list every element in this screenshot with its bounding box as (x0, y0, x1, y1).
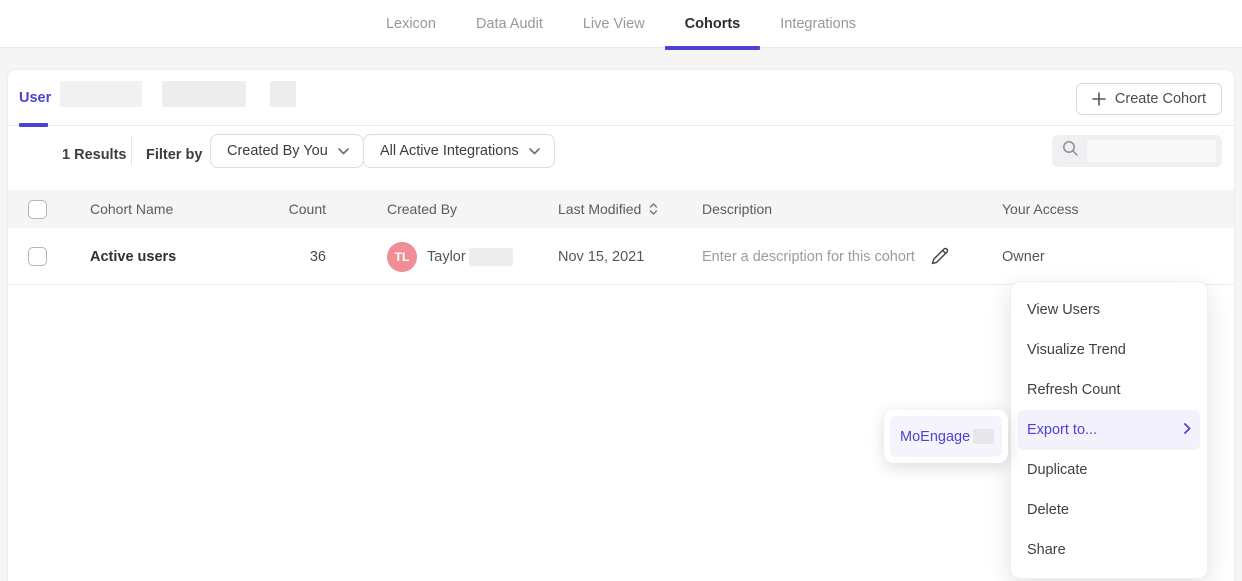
creator-name: Taylor (427, 249, 466, 265)
results-count: 1 Results (62, 147, 126, 163)
redacted-surname (469, 248, 513, 266)
divider (131, 137, 132, 165)
edit-description-pencil-icon[interactable] (930, 247, 949, 271)
tab-cohorts[interactable]: Cohorts (665, 0, 761, 48)
export-to-label: Export to... (1027, 410, 1097, 450)
tab-data-audit[interactable]: Data Audit (456, 0, 563, 48)
search-icon (1062, 140, 1079, 162)
filter-by-label: Filter by (146, 147, 202, 163)
tab-user-cohorts[interactable]: User (19, 70, 51, 126)
row-checkbox[interactable] (28, 247, 47, 266)
column-count: Count (208, 190, 326, 228)
access-level: Owner (1002, 249, 1045, 265)
chevron-right-icon (1184, 410, 1191, 450)
sort-icon[interactable] (649, 202, 658, 216)
menu-item-view-users[interactable]: View Users (1011, 290, 1207, 330)
cohorts-page: Lexicon Data Audit Live View Cohorts Int… (0, 0, 1242, 581)
filter-bar: 1 Results Filter by Created By You All A… (8, 126, 1234, 190)
submenu-item-moengage[interactable]: MoEngage (890, 416, 1002, 457)
menu-item-refresh-count[interactable]: Refresh Count (1011, 370, 1207, 410)
column-last-modified-label: Last Modified (558, 201, 641, 217)
description-placeholder[interactable]: Enter a description for this cohort (702, 249, 915, 265)
integrations-filter-dropdown[interactable]: All Active Integrations (363, 134, 555, 168)
select-all-checkbox[interactable] (28, 200, 47, 219)
column-your-access: Your Access (1002, 190, 1079, 228)
menu-item-delete[interactable]: Delete (1011, 490, 1207, 530)
plus-icon (1092, 92, 1106, 106)
menu-item-export-to[interactable]: Export to... (1018, 410, 1200, 450)
table-header: Cohort Name Count Created By Last Modifi… (8, 190, 1234, 228)
create-cohort-label: Create Cohort (1115, 91, 1206, 107)
tab-integrations[interactable]: Integrations (760, 0, 876, 48)
created-by-filter-dropdown[interactable]: Created By You (210, 134, 364, 168)
menu-item-duplicate[interactable]: Duplicate (1011, 450, 1207, 490)
menu-item-visualize-trend[interactable]: Visualize Trend (1011, 330, 1207, 370)
redacted-tab[interactable] (162, 81, 246, 107)
chevron-down-icon (529, 143, 540, 159)
row-context-menu: View Users Visualize Trend Refresh Count… (1010, 281, 1208, 579)
last-modified-date: Nov 15, 2021 (558, 249, 644, 265)
moengage-label: MoEngage (900, 429, 970, 445)
column-created-by: Created By (387, 190, 457, 228)
redacted-text (973, 429, 994, 444)
create-cohort-button[interactable]: Create Cohort (1076, 83, 1222, 115)
column-description: Description (702, 190, 772, 228)
chevron-down-icon (338, 143, 349, 159)
tab-live-view[interactable]: Live View (563, 0, 665, 48)
search-input[interactable] (1052, 135, 1222, 167)
menu-item-share[interactable]: Share (1011, 530, 1207, 570)
top-navigation: Lexicon Data Audit Live View Cohorts Int… (0, 0, 1242, 48)
table-row: Active users 36 TL Taylor Nov 15, 2021 E… (8, 228, 1234, 285)
cohort-name-link[interactable]: Active users (90, 249, 176, 265)
tab-lexicon[interactable]: Lexicon (366, 0, 456, 48)
export-submenu: MoEngage (884, 410, 1008, 463)
column-cohort-name: Cohort Name (90, 190, 173, 228)
cohort-count: 36 (310, 249, 326, 265)
redacted-tab[interactable] (270, 81, 296, 107)
cohort-type-tabs: User Create Cohort (8, 70, 1234, 126)
column-last-modified: Last Modified (558, 190, 658, 228)
created-by-filter-value: Created By You (227, 143, 328, 159)
avatar: TL (387, 242, 417, 272)
redacted-search-text (1087, 140, 1216, 162)
integrations-filter-value: All Active Integrations (380, 143, 519, 159)
redacted-tab[interactable] (60, 81, 142, 107)
